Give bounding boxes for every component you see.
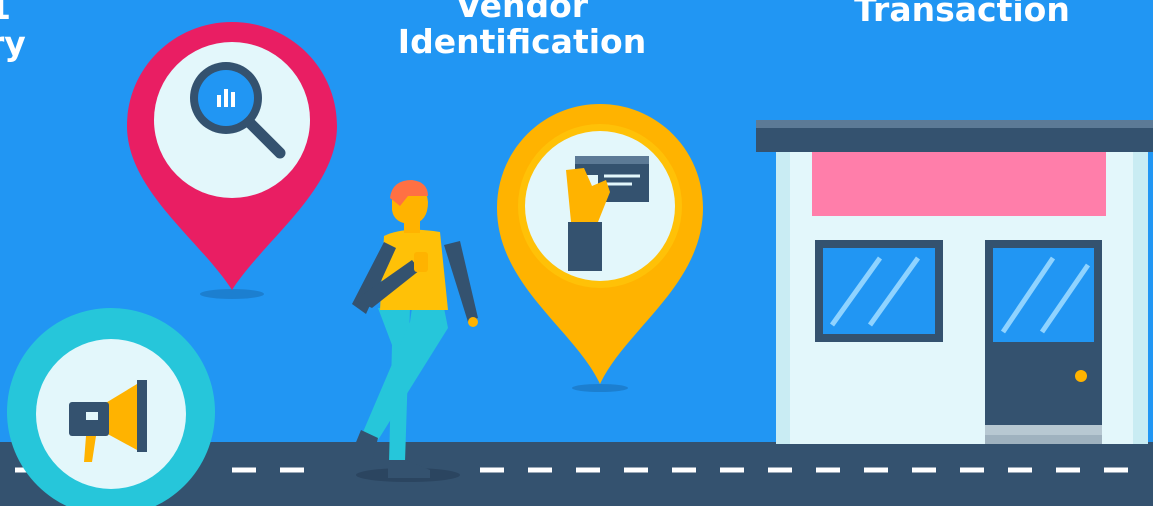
label-left-line1: 1 [0,0,26,26]
label-left-category: 1 ry [0,0,26,62]
pin-card [497,104,703,392]
label-transaction: Transaction [852,0,1072,28]
label-vendor-line1: Vendor [455,0,589,25]
label-left-line2: ry [0,24,26,63]
scene-illustration [0,22,1153,506]
door-knob [1075,370,1087,382]
label-vendor-identification: Vendor Identification [387,0,657,60]
pin-search [127,22,337,299]
store-roof-top [756,120,1153,128]
label-transaction-line1: Transaction [854,0,1070,29]
label-vendor-line2: Identification [397,22,647,61]
person [352,180,478,482]
pin-megaphone [7,308,215,506]
store [756,120,1153,444]
store-sign [812,152,1106,216]
